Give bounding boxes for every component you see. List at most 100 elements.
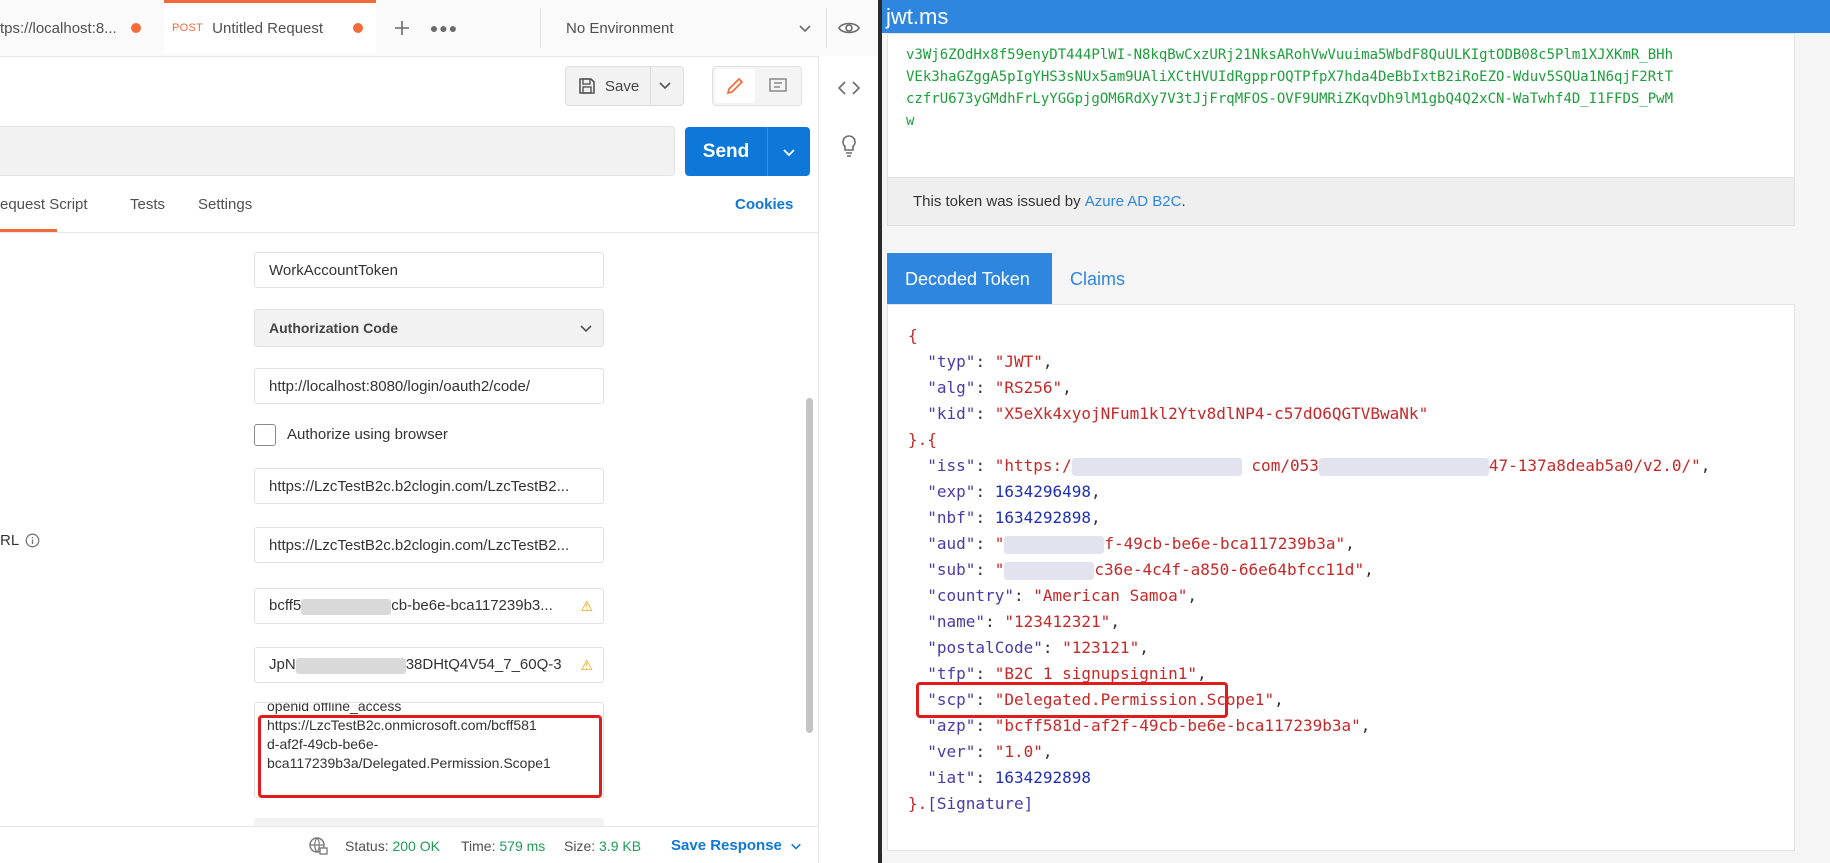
issuer-note-period: . bbox=[1181, 193, 1186, 210]
claim-postalcode: "postalCode": "123121", bbox=[927, 638, 1149, 657]
unsaved-dot-icon bbox=[353, 23, 364, 33]
claim-typ: "typ": "JWT", bbox=[927, 352, 1053, 371]
environment-label: No Environment bbox=[566, 19, 674, 37]
claim-iss: "iss": "https:/ com/053 47-137a8deab5a0/v… bbox=[927, 456, 1711, 476]
chevron-down-icon bbox=[791, 843, 801, 850]
globe-network-icon[interactable] bbox=[308, 836, 328, 859]
redacted-blur bbox=[301, 598, 392, 615]
access-token-url-value: https://LzcTestB2c.b2clogin.com/LzcTestB… bbox=[269, 536, 570, 554]
redacted-blur bbox=[295, 657, 406, 674]
token-view-tabs: Decoded Token Claims bbox=[887, 253, 1795, 305]
callback-url-field[interactable]: http://localhost:8080/login/oauth2/code/ bbox=[254, 368, 604, 404]
json-brace: { bbox=[908, 326, 918, 345]
grant-type-value: Authorization Code bbox=[269, 320, 399, 336]
token-name-field[interactable]: WorkAccountToken bbox=[254, 252, 604, 288]
encoded-line: czfrU673yGMdhFrLyYGGpjgOM6RdXy7V3tJjFrqM… bbox=[906, 91, 1674, 107]
view-mode-toggle bbox=[712, 66, 802, 106]
encoded-line: v3Wj6ZOdHx8f59enyDT444PlWI-N8kqBwCxzURj2… bbox=[906, 47, 1674, 63]
jwt-ms-pane: jwt.ms v3Wj6ZOdHx8f59enyDT444PlWI-N8kqBw… bbox=[882, 0, 1830, 863]
issuer-link[interactable]: Azure AD B2C bbox=[1085, 193, 1182, 210]
tab-decoded-token[interactable]: Decoded Token bbox=[887, 253, 1052, 305]
client-secret-prefix: JpN bbox=[269, 656, 296, 674]
tab-claims[interactable]: Claims bbox=[1052, 253, 1143, 305]
claim-iat: "iat": 1634292898 bbox=[927, 768, 1092, 787]
tab-claims-label: Claims bbox=[1070, 268, 1126, 289]
lightbulb-icon[interactable] bbox=[835, 132, 863, 160]
postman-pane: tps://localhost:8... POST Untitled Reque… bbox=[0, 0, 878, 863]
save-label: Save bbox=[605, 77, 640, 95]
encoded-line-cut bbox=[906, 34, 1776, 44]
request-tab-bar: tps://localhost:8... POST Untitled Reque… bbox=[0, 0, 878, 57]
tab-decoded-label: Decoded Token bbox=[905, 268, 1030, 289]
info-icon[interactable] bbox=[25, 533, 40, 548]
client-secret-suffix: 38DHtQ4V54_7_60Q-3 bbox=[405, 656, 562, 674]
scope-highlight-box bbox=[258, 715, 602, 798]
warning-icon: ⚠ bbox=[580, 597, 593, 614]
tab-untitled-request[interactable]: POST Untitled Request bbox=[164, 0, 376, 53]
cookies-link[interactable]: Cookies bbox=[735, 196, 793, 213]
grant-type-select[interactable]: Authorization Code bbox=[254, 309, 604, 347]
warning-icon: ⚠ bbox=[580, 656, 593, 673]
code-snippet-icon[interactable] bbox=[835, 76, 863, 100]
request-subtabs: equest Script Tests Settings Cookies bbox=[0, 190, 818, 233]
issuer-note-text: This token was issued by bbox=[913, 193, 1081, 210]
send-options-chevron-icon[interactable] bbox=[768, 145, 810, 159]
save-response-button[interactable]: Save Response bbox=[671, 837, 802, 854]
client-id-field[interactable]: bcff5 cb-be6e-bca117239b3... ⚠ bbox=[254, 588, 604, 624]
claim-alg: "alg": "RS256", bbox=[927, 378, 1072, 397]
encoded-line: w bbox=[906, 113, 915, 129]
new-tab-plus-icon[interactable] bbox=[390, 16, 414, 40]
environment-select[interactable]: No Environment bbox=[566, 12, 812, 44]
comments-icon[interactable] bbox=[758, 69, 798, 103]
save-options-chevron-icon[interactable] bbox=[658, 78, 672, 92]
tab-label: tps://localhost:8... bbox=[0, 19, 117, 37]
send-label: Send bbox=[702, 140, 750, 162]
access-token-url-field[interactable]: https://LzcTestB2c.b2clogin.com/LzcTestB… bbox=[254, 527, 604, 563]
environment-quick-look-eye-icon[interactable] bbox=[836, 16, 862, 40]
save-disk-icon bbox=[578, 77, 596, 95]
client-id-suffix: cb-be6e-bca117239b3... bbox=[391, 597, 553, 615]
size-readout: Size: 3.9 KB bbox=[564, 838, 641, 854]
form-scrollbar[interactable] bbox=[806, 398, 813, 733]
send-button[interactable]: Send bbox=[685, 127, 810, 176]
time-value: 579 ms bbox=[499, 838, 546, 854]
client-secret-field[interactable]: JpN 38DHtQ4V54_7_60Q-3 ⚠ bbox=[254, 647, 604, 683]
tab-label: Untitled Request bbox=[212, 19, 324, 37]
claim-ver: "ver": "1.0", bbox=[927, 742, 1053, 761]
tab-settings[interactable]: Settings bbox=[198, 196, 252, 213]
size-value: 3.9 KB bbox=[599, 838, 642, 854]
authorize-browser-checkbox[interactable] bbox=[254, 424, 276, 446]
auth-url-field[interactable]: https://LzcTestB2c.b2clogin.com/LzcTestB… bbox=[254, 468, 604, 504]
auth-url-value: https://LzcTestB2c.b2clogin.com/LzcTestB… bbox=[269, 477, 570, 495]
access-token-url-label: RL bbox=[0, 532, 40, 549]
active-tab-indicator bbox=[0, 229, 57, 232]
status-label: Status: bbox=[345, 838, 389, 854]
jwt-header-bar: jwt.ms bbox=[882, 0, 1830, 33]
encoded-token-panel[interactable]: v3Wj6ZOdHx8f59enyDT444PlWI-N8kqBwCxzURj2… bbox=[887, 33, 1795, 178]
right-context-sidebar bbox=[818, 56, 878, 863]
tab-method: POST bbox=[172, 22, 204, 34]
claim-sub: "sub": " c36e-4c4f-a850-66e64bfcc11d", bbox=[927, 560, 1374, 580]
encoded-line: VEk3haGZggA5pIgYHS3sNUx5am9UAliXCtHVUIdR… bbox=[906, 69, 1674, 85]
more-options-icon[interactable]: ●●● bbox=[430, 16, 457, 40]
response-status-bar: Status: 200 OK Time: 579 ms Size: 3.9 KB… bbox=[0, 826, 818, 863]
request-url-input[interactable] bbox=[0, 126, 675, 176]
size-label: Size: bbox=[564, 838, 596, 854]
status-readout: Status: 200 OK bbox=[345, 838, 440, 854]
issuer-note: This token was issued by Azure AD B2C. bbox=[887, 178, 1795, 226]
json-signature: }.[Signature] bbox=[908, 794, 1034, 813]
status-value: 200 OK bbox=[392, 838, 440, 854]
claim-aud: "aud": " f-49cb-be6e-bca117239b3a", bbox=[927, 534, 1355, 554]
save-response-label: Save Response bbox=[671, 837, 782, 854]
save-button[interactable]: Save bbox=[565, 66, 684, 106]
tab-localhost[interactable]: tps://localhost:8... bbox=[0, 0, 158, 56]
site-title: jwt.ms bbox=[886, 3, 949, 29]
claim-kid: "kid": "X5eXk4xyojNFum1kl2Ytv8dlNP4-c57d… bbox=[927, 404, 1429, 423]
client-id-prefix: bcff5 bbox=[269, 597, 302, 615]
token-name-value: WorkAccountToken bbox=[269, 261, 398, 279]
tab-pre-request-script[interactable]: equest Script bbox=[0, 196, 88, 213]
tab-tests[interactable]: Tests bbox=[130, 196, 165, 213]
chevron-down-icon bbox=[799, 25, 811, 33]
edit-pencil-icon[interactable] bbox=[715, 69, 755, 103]
decoded-token-panel: { "typ": "JWT", "alg": "RS256", "kid": "… bbox=[887, 304, 1795, 851]
